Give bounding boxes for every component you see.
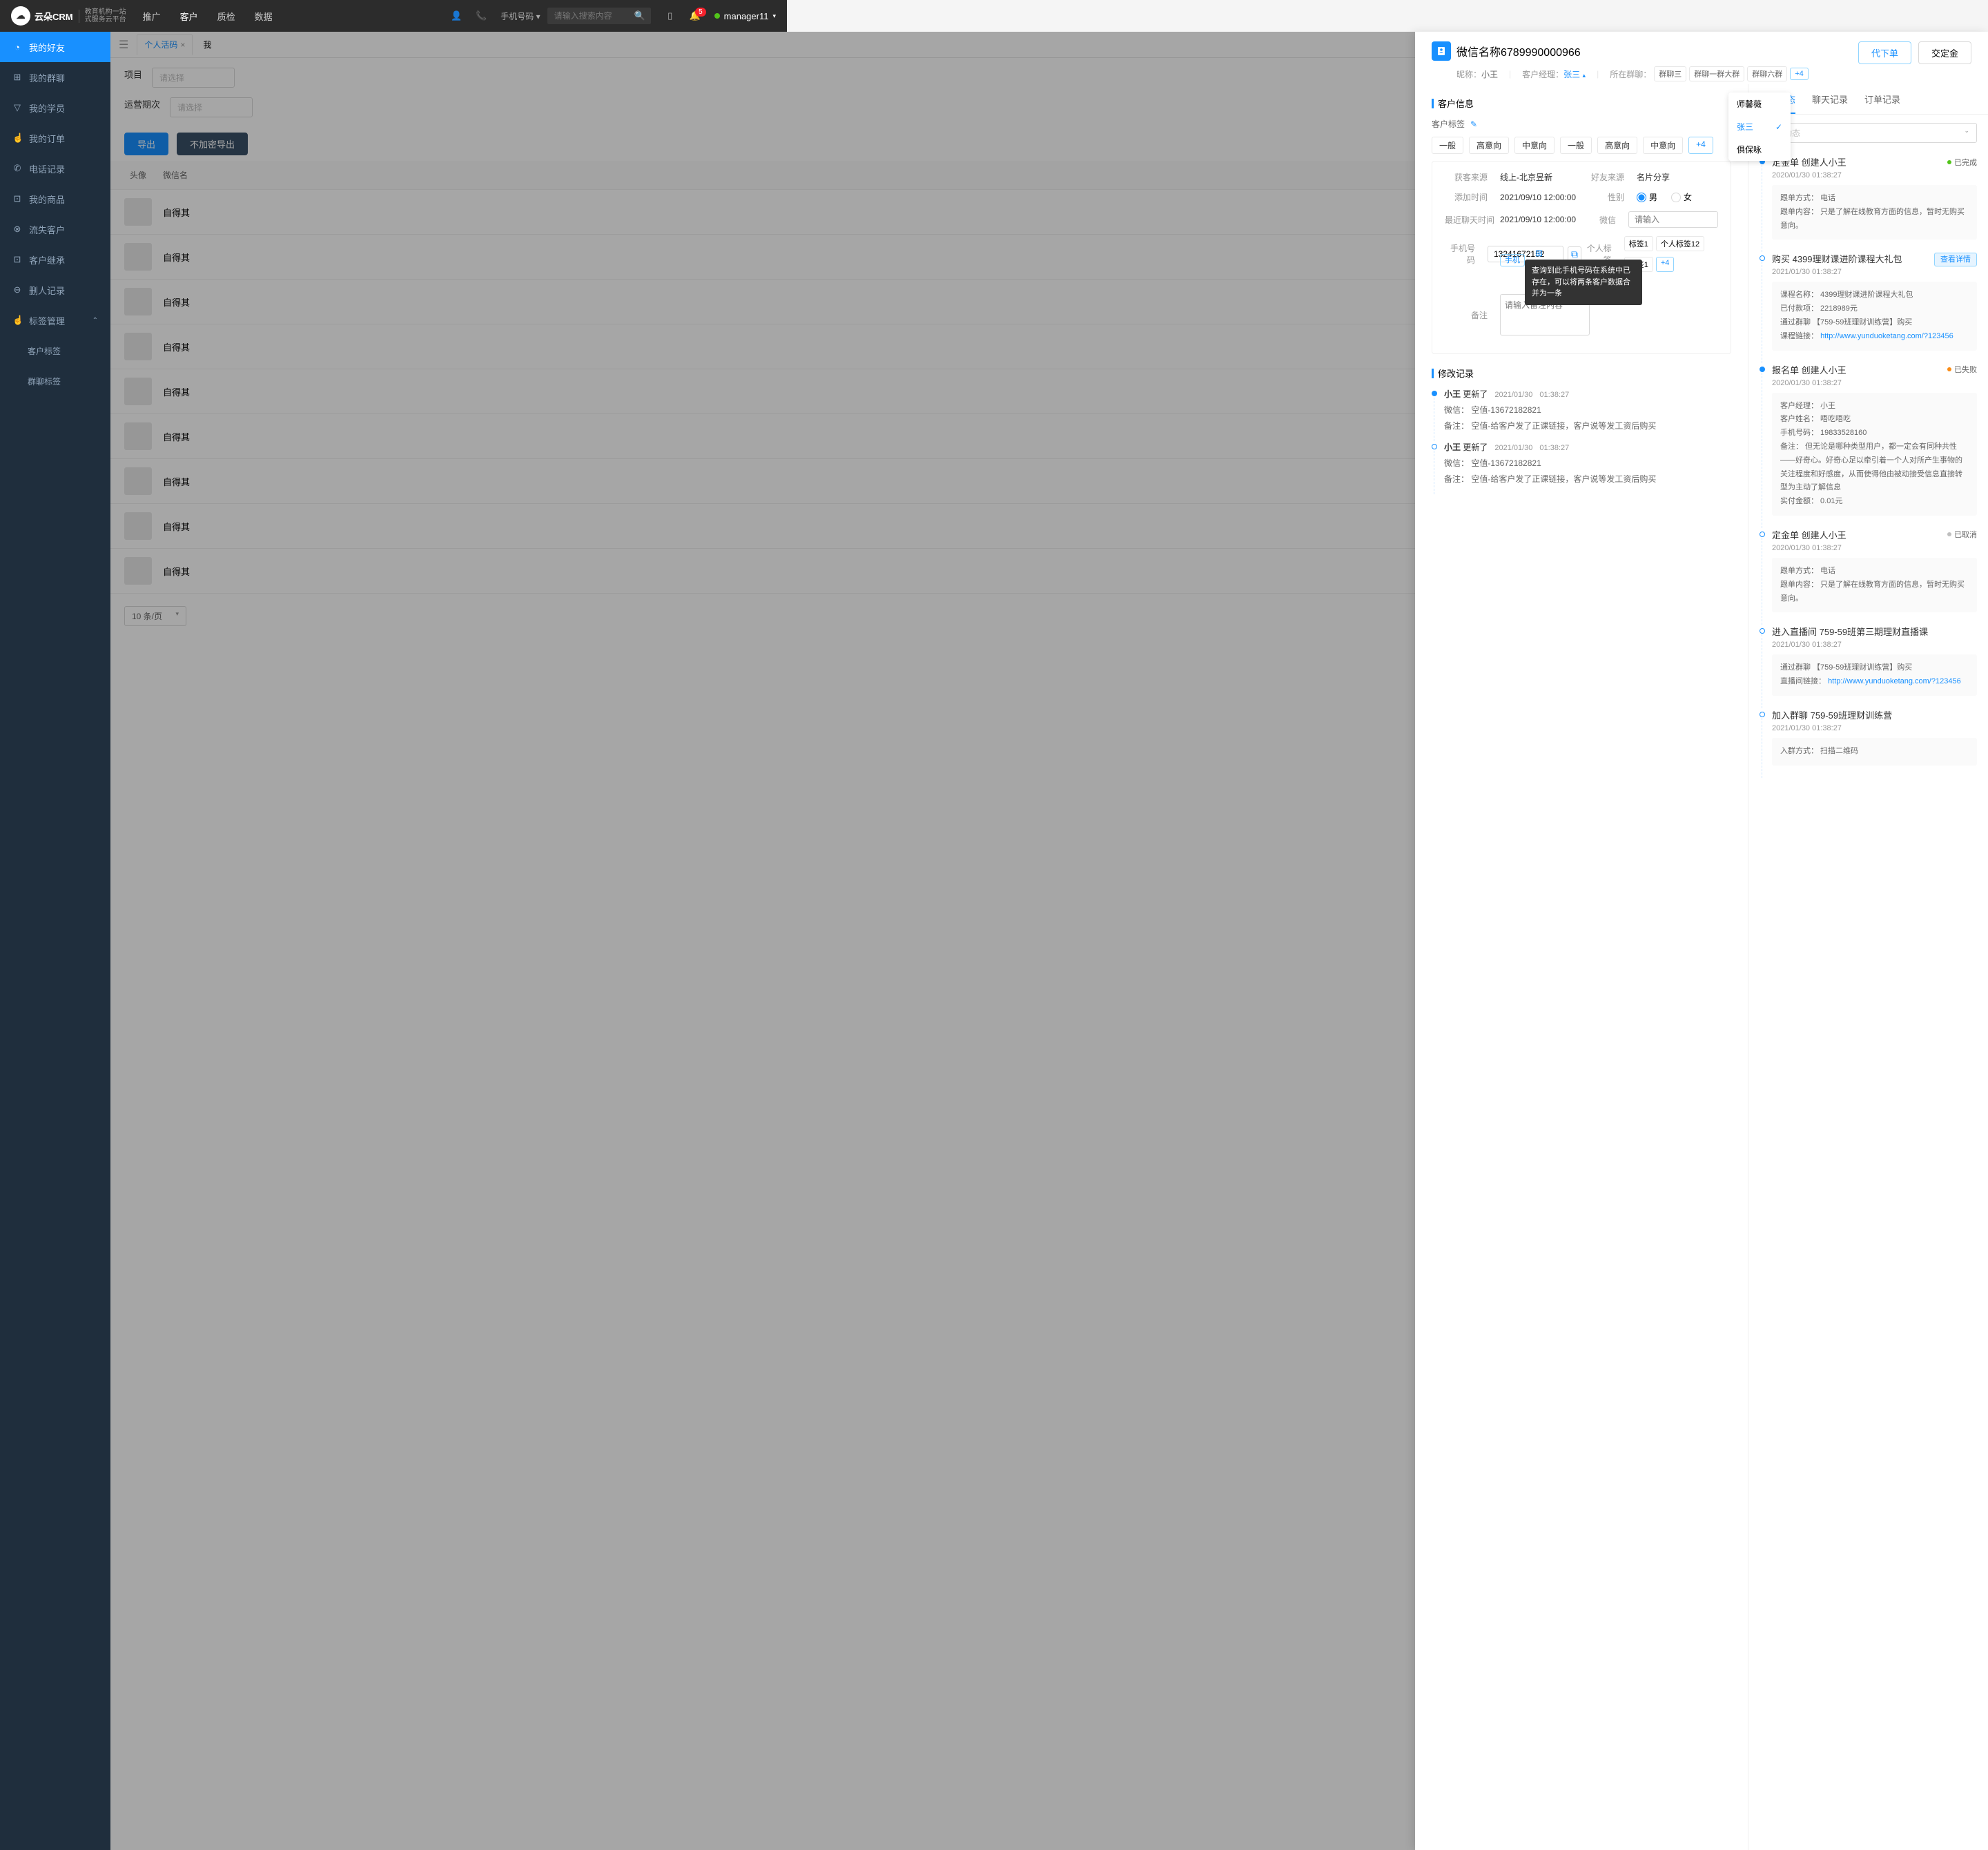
bell-icon[interactable]: 🔔5 <box>690 10 701 21</box>
section-info: 客户信息 <box>1438 97 1474 110</box>
badge-count: 5 <box>695 8 706 17</box>
chevron-up-icon: ⌃ <box>92 317 98 324</box>
rtab-orders[interactable]: 订单记录 <box>1864 92 1900 106</box>
logo-text: 云朵CRM <box>35 10 79 23</box>
view-detail-link[interactable]: 查看详情 <box>1934 253 1977 266</box>
status-dot <box>714 13 720 19</box>
phone-chip: 手机 <box>1500 254 1525 266</box>
wechat-input[interactable] <box>1628 211 1718 228</box>
sidebar-item[interactable]: ⊡我的商品 <box>0 184 110 214</box>
mod-item: 小王 更新了2021/01/3001:38:27微信： 空值-136721828… <box>1432 441 1731 494</box>
group-chip[interactable]: 群聊六群 <box>1747 66 1787 81</box>
logo: ☁ 云朵CRM 教育机构一站式服务云平台 <box>11 6 126 26</box>
sidebar-item[interactable]: ◔我的好友 <box>0 32 110 62</box>
sidebar-item[interactable]: ⊞我的群聊 <box>0 62 110 92</box>
menu-icon: ⊖ <box>12 284 22 295</box>
feed-item: 进入直播间 759-59班第三期理财直播课2021/01/30 01:38:27… <box>1760 625 1977 708</box>
nav-promo[interactable]: 推广 <box>143 10 161 23</box>
grid-icon[interactable]: ⊞ <box>1535 248 1543 259</box>
check-icon: ✓ <box>1775 122 1782 132</box>
feed-item: 报名单 创建人小王已失败2020/01/30 01:38:27客户经理： 小王客… <box>1760 363 1977 528</box>
sidebar-item[interactable]: ⊗流失客户 <box>0 214 110 244</box>
mod-item: 小王 更新了2021/01/3001:38:27微信： 空值-136721828… <box>1432 388 1731 441</box>
menu-icon: ⊡ <box>12 254 22 265</box>
sidebar-item[interactable]: ▽我的学员 <box>0 92 110 123</box>
user-icon[interactable]: 👤 <box>451 10 462 21</box>
section-mods: 修改记录 <box>1438 367 1474 380</box>
nav-customer[interactable]: 客户 <box>180 10 198 23</box>
proxy-order-button[interactable]: 代下单 <box>1858 41 1911 64</box>
logo-icon: ☁ <box>11 6 30 26</box>
topbar: ☁ 云朵CRM 教育机构一站式服务云平台 推广 客户 质检 数据 👤 📞 手机号… <box>0 0 787 32</box>
lastt-val: 2021/09/10 12:00:00 <box>1500 215 1576 224</box>
nav-data[interactable]: 数据 <box>255 10 273 23</box>
manager-select[interactable]: 客户经理：张三 ▴ <box>1522 68 1586 80</box>
sidebar-item[interactable]: ☝标签管理⌃ <box>0 305 110 335</box>
feed-item: 定金单 创建人小王已完成2020/01/30 01:38:27跟单方式： 电话跟… <box>1760 155 1977 252</box>
dd-option[interactable]: 俱保咏 <box>1728 138 1791 161</box>
tag[interactable]: 高意向 <box>1469 137 1509 154</box>
ptag-more[interactable]: +4 <box>1656 257 1675 272</box>
dd-option[interactable]: 师馨薇 <box>1728 92 1791 115</box>
radio-female[interactable]: 女 <box>1671 191 1692 203</box>
rtab-chat[interactable]: 聊天记录 <box>1812 92 1848 106</box>
search-icon[interactable]: 🔍 <box>634 10 645 21</box>
menu-icon: ☝ <box>12 315 22 326</box>
tag[interactable]: 中意向 <box>1514 137 1555 154</box>
sidebar-item[interactable]: ✆电话记录 <box>0 153 110 184</box>
contact-icon <box>1432 41 1451 61</box>
group-more[interactable]: +4 <box>1790 68 1809 80</box>
menu-icon: ▽ <box>12 102 22 113</box>
manager-dropdown: 师馨薇 张三✓ 俱保咏 <box>1728 92 1791 161</box>
menu-icon: ◔ <box>12 42 22 52</box>
phone-tooltip: 查询到此手机号码在系统中已存在，可以将两条客户数据合并为一条 <box>1525 260 1642 305</box>
panel-title: 微信名称6789990000966 <box>1456 43 1581 59</box>
dd-option-selected[interactable]: 张三✓ <box>1728 115 1791 138</box>
addt-val: 2021/09/10 12:00:00 <box>1500 193 1576 202</box>
nav-qc[interactable]: 质检 <box>217 10 235 23</box>
search-type[interactable]: 手机号码 ▾ <box>500 10 540 22</box>
group-chip[interactable]: 群聊三 <box>1654 66 1686 81</box>
menu-icon: ⊡ <box>12 193 22 204</box>
url-link[interactable]: http://www.yunduoketang.com/?123456 <box>1820 332 1953 340</box>
tag[interactable]: 中意向 <box>1643 137 1683 154</box>
url-link[interactable]: http://www.yunduoketang.com/?123456 <box>1828 677 1961 685</box>
src-val: 线上-北京昱新 <box>1500 171 1552 183</box>
activity-filter[interactable]: 全部动态⌄ <box>1760 123 1977 143</box>
tags-label: 客户标签 <box>1432 118 1465 130</box>
sidebar: ◔我的好友⊞我的群聊▽我的学员☝我的订单✆电话记录⊡我的商品⊗流失客户⊡客户继承… <box>0 32 110 1850</box>
group-chip[interactable]: 群聊一群大群 <box>1689 66 1744 81</box>
menu-icon: ⊗ <box>12 224 22 235</box>
ptag[interactable]: 标签1 <box>1624 236 1653 251</box>
ptag[interactable]: 个人标签12 <box>1656 236 1704 251</box>
tag[interactable]: 一般 <box>1432 137 1463 154</box>
radio-male[interactable]: 男 <box>1637 191 1657 203</box>
tag-more[interactable]: +4 <box>1688 137 1713 154</box>
sidebar-item[interactable]: ☝我的订单 <box>0 123 110 153</box>
sidebar-item[interactable]: ⊖删人记录 <box>0 275 110 305</box>
sidebar-item[interactable]: 客户标签 <box>0 335 110 366</box>
tag[interactable]: 一般 <box>1560 137 1592 154</box>
deposit-button[interactable]: 交定金 <box>1918 41 1971 64</box>
sidebar-item[interactable]: ⊡客户继承 <box>0 244 110 275</box>
menu-icon: ✆ <box>12 163 22 174</box>
phone-icon[interactable]: 📞 <box>476 10 487 21</box>
feed-item: 购买 4399理财课进阶课程大礼包查看详情2021/01/30 01:38:27… <box>1760 252 1977 362</box>
tag[interactable]: 高意向 <box>1597 137 1637 154</box>
feed-item: 加入群聊 759-59班理财训练营2021/01/30 01:38:27入群方式… <box>1760 708 1977 778</box>
username[interactable]: manager11 <box>724 11 769 21</box>
mobile-icon[interactable]: ▯ <box>665 10 676 21</box>
logo-sub: 教育机构一站式服务云平台 <box>85 8 126 23</box>
sidebar-item[interactable]: 群聊标签 <box>0 366 110 396</box>
main: ☰ 个人活码 × 我 项目 请选择 运营期次 请选择 导出 不加密导出 头像 微… <box>110 32 1988 1850</box>
feed-item: 定金单 创建人小王已取消2020/01/30 01:38:27跟单方式： 电话跟… <box>1760 528 1977 625</box>
edit-icon[interactable]: ✎ <box>1470 119 1477 129</box>
menu-icon: ☝ <box>12 133 22 144</box>
menu-icon: ⊞ <box>12 72 22 83</box>
nick-val: 小王 <box>1481 70 1498 79</box>
fsrc-val: 名片分享 <box>1637 171 1670 183</box>
top-nav: 推广 客户 质检 数据 <box>143 10 273 23</box>
detail-panel: 微信名称6789990000966 昵称：小王 | 客户经理：张三 ▴ | 所在… <box>1415 32 1988 1850</box>
